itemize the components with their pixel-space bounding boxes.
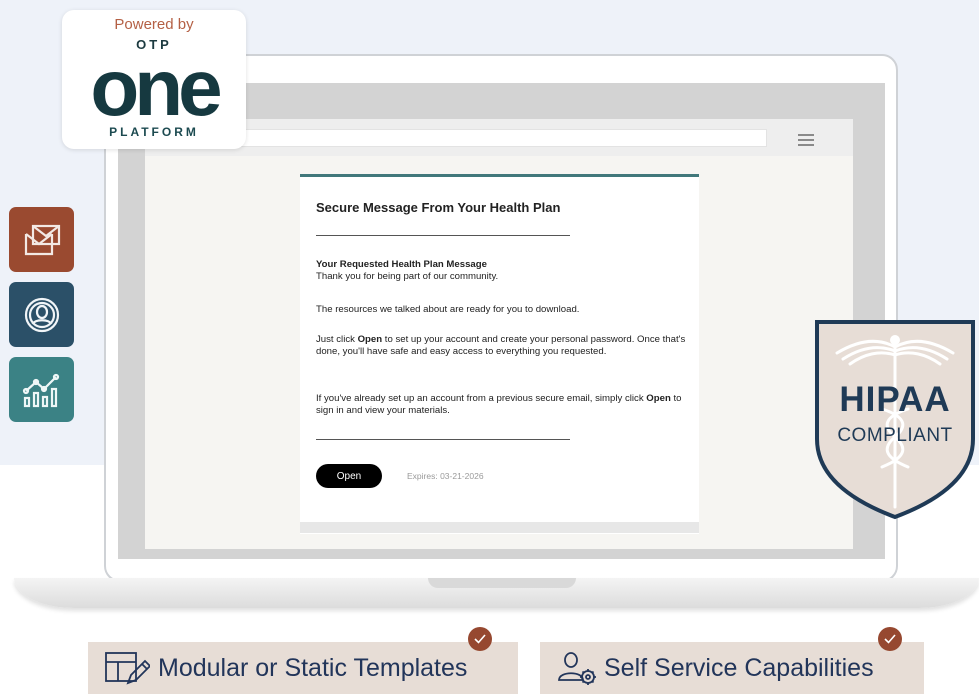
feature-label: Self Service Capabilities <box>604 653 874 682</box>
email-title: Secure Message From Your Health Plan <box>316 200 561 215</box>
email-footer-bar <box>300 522 699 533</box>
envelope-icon[interactable] <box>9 207 74 272</box>
secure-email-card: Secure Message From Your Health Plan You… <box>300 174 699 534</box>
feature-chip-templates: Modular or Static Templates <box>88 627 518 694</box>
open-button[interactable]: Open <box>316 464 382 488</box>
hamburger-icon[interactable] <box>798 134 814 146</box>
otp-one-platform-logo: Powered by OTP one PLATFORM <box>62 10 246 149</box>
user-circle-icon[interactable] <box>9 282 74 347</box>
text-run: If you've already set up an account from… <box>316 393 647 404</box>
analytics-chart-icon[interactable] <box>9 357 74 422</box>
text-run-bold: Open <box>646 393 671 404</box>
logo-platform-text: PLATFORM <box>109 125 199 139</box>
divider <box>316 235 570 236</box>
template-edit-icon <box>104 650 150 686</box>
text-run: Just click <box>316 334 358 345</box>
address-bar[interactable] <box>225 129 767 147</box>
checkmark-icon <box>468 627 492 651</box>
laptop-notch <box>428 578 576 588</box>
email-resources-text: The resources we talked about are ready … <box>316 304 580 315</box>
email-returning-paragraph: If you've already set up an account from… <box>316 393 686 418</box>
divider <box>316 439 570 440</box>
expiry-date: Expires: 03-21-2026 <box>407 471 484 481</box>
logo-one-wordmark: one <box>90 43 222 132</box>
hipaa-text: HIPAA <box>839 380 951 419</box>
email-intro: Thank you for being part of our communit… <box>316 271 499 283</box>
email-instructions-paragraph: Just click Open to set up your account a… <box>316 334 686 359</box>
feature-chip-self-service: Self Service Capabilities <box>540 627 924 694</box>
powered-by-text: Powered by <box>114 16 194 33</box>
compliant-text: COMPLIANT <box>837 425 953 446</box>
email-heading: Your Requested Health Plan Message <box>316 259 487 270</box>
user-settings-icon <box>556 650 600 686</box>
text-run-bold: Open <box>357 334 383 345</box>
feature-label: Modular or Static Templates <box>158 653 468 682</box>
email-greeting-block: Your Requested Health Plan Message Thank… <box>316 259 686 284</box>
checkmark-icon <box>878 627 902 651</box>
